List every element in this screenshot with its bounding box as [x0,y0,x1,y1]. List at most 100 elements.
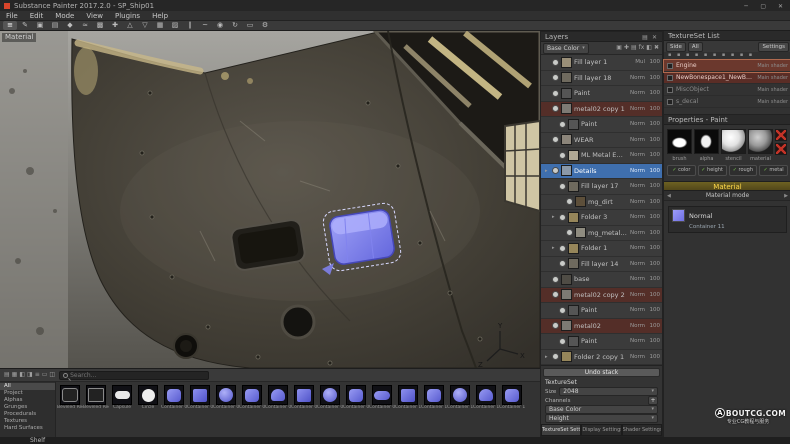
layer-blend-mode[interactable]: Norm [629,199,645,205]
shelf-sort-icon[interactable]: ≡ [34,371,41,379]
menu-item[interactable]: Help [146,12,174,20]
alpha-preview[interactable] [694,129,719,154]
visibility-eye-icon[interactable] [552,90,559,97]
close-button[interactable]: ✕ [773,3,788,10]
shelf-grid-view-icon[interactable]: ▤ [3,371,11,379]
menu-item[interactable]: File [0,12,24,20]
panel-close-icon[interactable]: ✕ [651,34,658,41]
folder-expand-icon[interactable] [552,245,557,251]
search-input[interactable] [70,372,205,379]
channel-format-dropdown[interactable]: Base Color ▾ [545,405,658,414]
layer-opacity[interactable]: 100 [647,199,660,205]
focus-view-icon[interactable]: ◉ [213,21,227,30]
shelf-item[interactable]: Container 11 [421,384,447,411]
textureset-checkbox[interactable] [667,75,673,81]
layer-blend-dropdown[interactable]: Base Color ▾ [543,43,589,54]
menu-item[interactable]: View [80,12,109,20]
visibility-eye-icon[interactable] [552,74,559,81]
layer-opacity[interactable]: 100 [647,168,660,174]
layer-blend-mode[interactable]: Norm [629,276,645,282]
settings-icon[interactable]: ⚙ [258,21,272,30]
layer-row[interactable]: Paint Norm 100 [541,303,662,319]
shelf-category[interactable]: Textures [0,418,55,425]
layer-row[interactable]: metal02 Norm 100 [541,319,662,335]
shelf-list-view-icon[interactable]: ▦ [11,371,19,379]
settings-button[interactable]: Settings [758,42,789,52]
maximize-button[interactable]: ▢ [756,3,771,10]
material-picker-tool-icon[interactable]: ✚ [108,21,122,30]
layer-row[interactable]: Details Norm 100 [541,164,662,180]
stencil-preview[interactable] [721,129,746,154]
channel-toggle[interactable]: ✓ metal [759,165,788,176]
shelf-item[interactable]: Container 13 [473,384,499,411]
layer-row[interactable]: mg_dirt Norm 100 [541,195,662,211]
layer-opacity[interactable]: 100 [647,338,660,344]
settings-tab[interactable]: Shader Settings [622,424,662,436]
layer-opacity[interactable]: 100 [647,276,660,282]
textureset-checkbox[interactable] [667,63,673,69]
layer-blend-mode[interactable]: Mul [629,59,645,65]
textureset-shader[interactable]: Main shader [757,87,788,93]
smudge-tool-icon[interactable]: ≈ [78,21,92,30]
layer-opacity[interactable]: 100 [647,261,660,267]
material-section-header[interactable]: Material [664,181,790,191]
shelf-item[interactable]: Container 01 [161,384,187,411]
undo-stack-button[interactable]: Undo stack [543,368,660,377]
layer-opacity[interactable]: 100 [647,137,660,143]
visibility-eye-icon[interactable] [552,291,559,298]
geometry-mask-mesh-icon[interactable]: ▦ [153,21,167,30]
visibility-eye-icon[interactable] [559,245,566,252]
textureset-row[interactable]: MiscObject Main shader [664,84,790,96]
textureset-checkbox[interactable] [667,87,673,93]
textureset-shader[interactable]: Main shader [757,75,788,81]
shelf-item[interactable]: Container 05 [265,384,291,411]
material-preview[interactable] [748,129,773,154]
layer-row[interactable]: Paint Norm 100 [541,86,662,102]
layer-opacity[interactable]: 100 [647,230,660,236]
layer-blend-mode[interactable]: Norm [629,152,645,158]
shelf-item[interactable]: Container 06 [291,384,317,411]
channel-format-dropdown[interactable]: Height ▾ [545,414,658,423]
layer-opacity[interactable]: 100 [647,59,660,65]
layer-row[interactable]: metal02 copy 2 Norm 100 [541,288,662,304]
shelf-category[interactable]: Alphas [0,397,55,404]
folder-expand-icon[interactable] [552,214,557,220]
shelf-item[interactable]: Container 03 [213,384,239,411]
shelf-refresh-icon[interactable]: ◫ [48,371,56,379]
shelf-import-icon[interactable]: ▭ [41,371,49,379]
menu-item[interactable]: Mode [49,12,80,20]
layer-opacity[interactable]: 100 [647,323,660,329]
geometry-mask-triangle-icon[interactable]: △ [123,21,137,30]
shelf-category[interactable]: Hard Surfaces [0,425,55,432]
shelf-item[interactable]: Container 12 [447,384,473,411]
textureset-row[interactable]: Engine Main shader [664,60,790,72]
layer-row[interactable]: base Norm 100 [541,272,662,288]
textureset-shader[interactable]: Main shader [757,63,788,69]
visibility-eye-icon[interactable] [559,121,566,128]
textureset-checkbox[interactable] [667,99,673,105]
folder-expand-icon[interactable] [545,168,550,174]
layer-blend-mode[interactable]: Norm [629,292,645,298]
visibility-eye-icon[interactable] [552,59,559,66]
layer-opacity[interactable]: 100 [647,152,660,158]
textureset-row[interactable]: NewBonespace1_NewBonespa... Main shader [664,72,790,84]
layer-blend-mode[interactable]: Norm [629,245,645,251]
lazy-mouse-icon[interactable]: ~ [198,21,212,30]
channel-toggle[interactable]: ✓ height [698,165,727,176]
clone-tool-icon[interactable]: ▩ [93,21,107,30]
shelf-item[interactable]: Container 07 [317,384,343,411]
add-fill-layer-icon[interactable]: ▣ [615,44,623,52]
layer-blend-mode[interactable]: Norm [629,75,645,81]
empty-slot-icon[interactable] [775,129,787,141]
layer-row[interactable]: Folder 3 Norm 100 [541,210,662,226]
all-button[interactable]: All [688,42,703,52]
visibility-eye-icon[interactable] [552,105,559,112]
layer-opacity[interactable]: 100 [647,183,660,189]
delete-layer-icon[interactable]: ✖ [653,44,660,52]
folder-expand-icon[interactable] [545,354,550,360]
layer-row[interactable]: Fill layer 18 Norm 100 [541,71,662,87]
visibility-eye-icon[interactable] [552,353,559,360]
shelf-item[interactable]: Container 04 [239,384,265,411]
menu-item[interactable]: Plugins [109,12,146,20]
layer-blend-mode[interactable]: Norm [629,230,645,236]
